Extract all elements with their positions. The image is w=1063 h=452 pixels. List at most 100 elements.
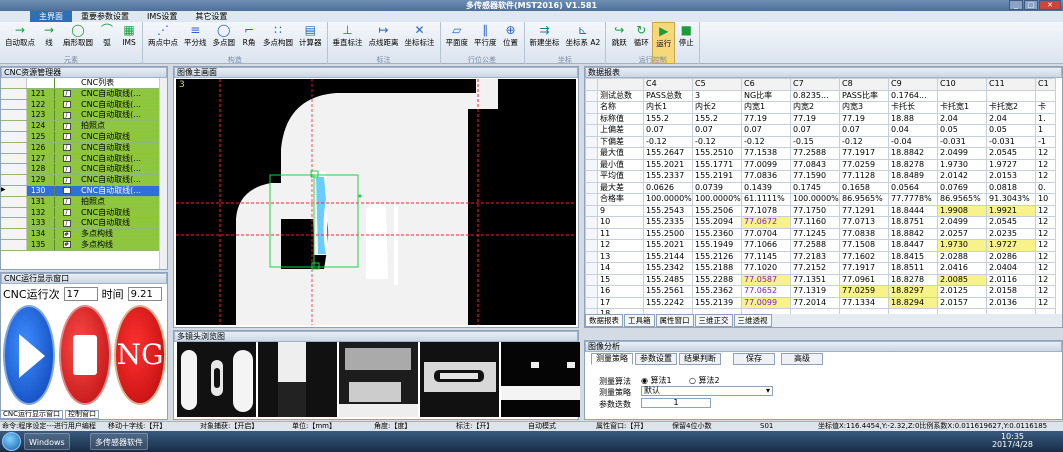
table-cell[interactable]: 100.0000% — [643, 193, 693, 206]
table-cell[interactable]: 77.1590 — [790, 170, 840, 183]
table-cell[interactable]: 0.07 — [741, 124, 791, 137]
table-cell[interactable]: 0.0769 — [937, 181, 987, 194]
table-row[interactable]: 测试总数 PASS总数 3 NG比率 0.8235... PASS比率 0.1764... — [585, 89, 1056, 102]
table-cell[interactable]: 3 — [692, 89, 742, 102]
table-cell[interactable]: 18.8415 — [888, 250, 938, 263]
table-cell[interactable]: 16 — [597, 285, 644, 298]
table-cell[interactable]: 155.2506 — [692, 204, 742, 217]
table-cell[interactable]: 2.0257 — [937, 227, 987, 240]
table-cell[interactable]: 77.1319 — [790, 285, 840, 298]
table-cell[interactable]: 77.1351 — [790, 273, 840, 286]
table-row[interactable]: 12 155.2021 155.1949 77.1066 77.2588 77.1508 1… — [585, 239, 1056, 252]
camera-image-view[interactable]: 3 — [176, 79, 576, 325]
table-cell[interactable]: 155.2188 — [692, 262, 742, 275]
cnc-list-item[interactable]: 129 / CNC自动取线(... — [1, 175, 161, 186]
menu-important-params[interactable]: 重要参数设置 — [72, 11, 138, 22]
table-cell[interactable]: 155.2342 — [643, 262, 693, 275]
table-cell[interactable]: 1.9727 — [986, 239, 1036, 252]
table-cell[interactable]: 77.1917 — [839, 262, 889, 275]
table-cell[interactable]: 2.0157 — [937, 296, 987, 309]
table-cell[interactable]: 18.8297 — [888, 285, 938, 298]
table-cell[interactable]: 2.04 — [986, 112, 1036, 125]
table-cell[interactable]: 最小值 — [597, 158, 644, 171]
table-cell[interactable]: 155.2094 — [692, 216, 742, 229]
close-icon[interactable]: ✕ — [1039, 0, 1061, 10]
strategy-select[interactable]: 默认 ▾ — [641, 386, 773, 396]
table-cell[interactable]: NG比率 — [741, 89, 791, 102]
table-cell[interactable]: 100.0000% — [790, 193, 840, 206]
table-cell[interactable]: -0.031 — [937, 135, 987, 148]
table-cell[interactable]: 77.1538 — [741, 147, 791, 160]
table-cell[interactable]: PASS比率 — [839, 89, 889, 102]
table-cell[interactable]: 上偏差 — [597, 124, 644, 137]
table-cell[interactable]: 12 — [1035, 170, 1056, 183]
table-cell[interactable]: 155.2543 — [643, 204, 693, 217]
advanced-button[interactable]: 高级 — [781, 353, 823, 365]
table-cell[interactable]: PASS总数 — [643, 89, 693, 102]
menu-main[interactable]: 主界面 — [30, 11, 72, 22]
table-cell[interactable]: 0.0626 — [643, 181, 693, 194]
table-cell[interactable]: 77.1145 — [741, 250, 791, 263]
table-cell[interactable]: 155.2144 — [643, 250, 693, 263]
thumbnail-1[interactable] — [177, 342, 256, 417]
table-cell[interactable]: 77.1020 — [741, 262, 791, 275]
table-cell[interactable]: 77.1128 — [839, 170, 889, 183]
table-cell[interactable]: 2.0545 — [986, 147, 1036, 160]
table-cell[interactable]: 0.0564 — [888, 181, 938, 194]
table-cell[interactable]: 155.1949 — [692, 239, 742, 252]
table-cell[interactable]: 1 — [1035, 124, 1056, 137]
table-cell[interactable]: 77.1245 — [790, 227, 840, 240]
table-cell[interactable]: 0.07 — [692, 124, 742, 137]
table-cell[interactable]: 0.1764... — [888, 89, 938, 102]
table-cell[interactable]: 合格率 — [597, 193, 644, 206]
table-cell[interactable]: 测试总数 — [597, 89, 644, 102]
table-cell[interactable]: 155.2561 — [643, 285, 693, 298]
table-cell[interactable]: 86.9565% — [839, 193, 889, 206]
table-cell[interactable]: 155.2335 — [643, 216, 693, 229]
table-row[interactable]: 最小值 155.2021 155.1771 77.0099 77.0843 77.0259… — [585, 158, 1056, 171]
column-header[interactable] — [597, 78, 644, 91]
table-cell[interactable]: 2.0158 — [986, 285, 1036, 298]
table-cell[interactable]: 15 — [597, 273, 644, 286]
table-row[interactable]: 合格率 100.0000% 100.0000% 61.1111% 100.0000% 86… — [585, 193, 1056, 206]
table-cell[interactable]: 标称值 — [597, 112, 644, 125]
report-tab-2[interactable]: 属性窗口 — [655, 314, 694, 327]
table-cell[interactable]: 155.2485 — [643, 273, 693, 286]
cnc-list-item[interactable]: 124 / 拍照点 — [1, 121, 161, 132]
table-row[interactable]: 16 155.2561 155.2362 77.0652 77.1319 77.0259 1… — [585, 285, 1056, 298]
table-cell[interactable]: 77.0838 — [839, 227, 889, 240]
save-button[interactable]: 保存 — [733, 353, 775, 365]
cnc-list-item[interactable]: 125 / CNC自动取线 — [1, 131, 161, 143]
tab-result-judge[interactable]: 结果判断 — [679, 353, 721, 365]
table-cell[interactable]: 77.0836 — [741, 170, 791, 183]
table-row[interactable]: 15 155.2485 155.2288 77.0587 77.1351 77.0961 1… — [585, 273, 1056, 286]
table-row[interactable]: 平均值 155.2337 155.2191 77.0836 77.1590 77.1128… — [585, 170, 1056, 183]
iteration-input[interactable]: 1 — [641, 398, 711, 408]
table-cell[interactable]: -0.12 — [643, 135, 693, 148]
table-cell[interactable]: 77.1078 — [741, 204, 791, 217]
table-row[interactable]: 10 155.2335 155.2094 77.0672 77.1160 77.0713 1… — [585, 216, 1056, 229]
table-cell[interactable]: 18.8511 — [888, 262, 938, 275]
table-cell[interactable]: 10 — [597, 216, 644, 229]
table-cell[interactable]: 77.0099 — [741, 296, 791, 309]
table-cell[interactable]: 12 — [1035, 147, 1056, 160]
algo1-radio[interactable]: ◉ 算法1 — [641, 375, 672, 386]
thumbnail-5[interactable] — [501, 342, 580, 417]
table-cell[interactable]: 18.8447 — [888, 239, 938, 252]
table-cell[interactable]: 14 — [597, 262, 644, 275]
table-cell[interactable]: 77.0099 — [741, 158, 791, 171]
table-cell[interactable]: 18.8294 — [888, 296, 938, 309]
table-cell[interactable]: 平均值 — [597, 170, 644, 183]
table-cell[interactable]: 77.2183 — [790, 250, 840, 263]
table-cell[interactable]: 最大差 — [597, 181, 644, 194]
cnc-list-item[interactable]: 131 / 拍照点 — [1, 196, 161, 208]
table-cell[interactable]: 18.8278 — [888, 158, 938, 171]
table-cell[interactable]: 0.1658 — [839, 181, 889, 194]
table-cell[interactable] — [937, 89, 987, 102]
table-cell[interactable]: -0.12 — [741, 135, 791, 148]
taskbar-item-windows[interactable]: Windows — [24, 433, 70, 450]
cnc-list-item[interactable]: 128 / CNC自动取线(... — [1, 164, 161, 176]
table-cell[interactable]: 77.0961 — [839, 273, 889, 286]
table-cell[interactable]: 12 — [1035, 216, 1056, 229]
table-cell[interactable]: 61.1111% — [741, 193, 791, 206]
